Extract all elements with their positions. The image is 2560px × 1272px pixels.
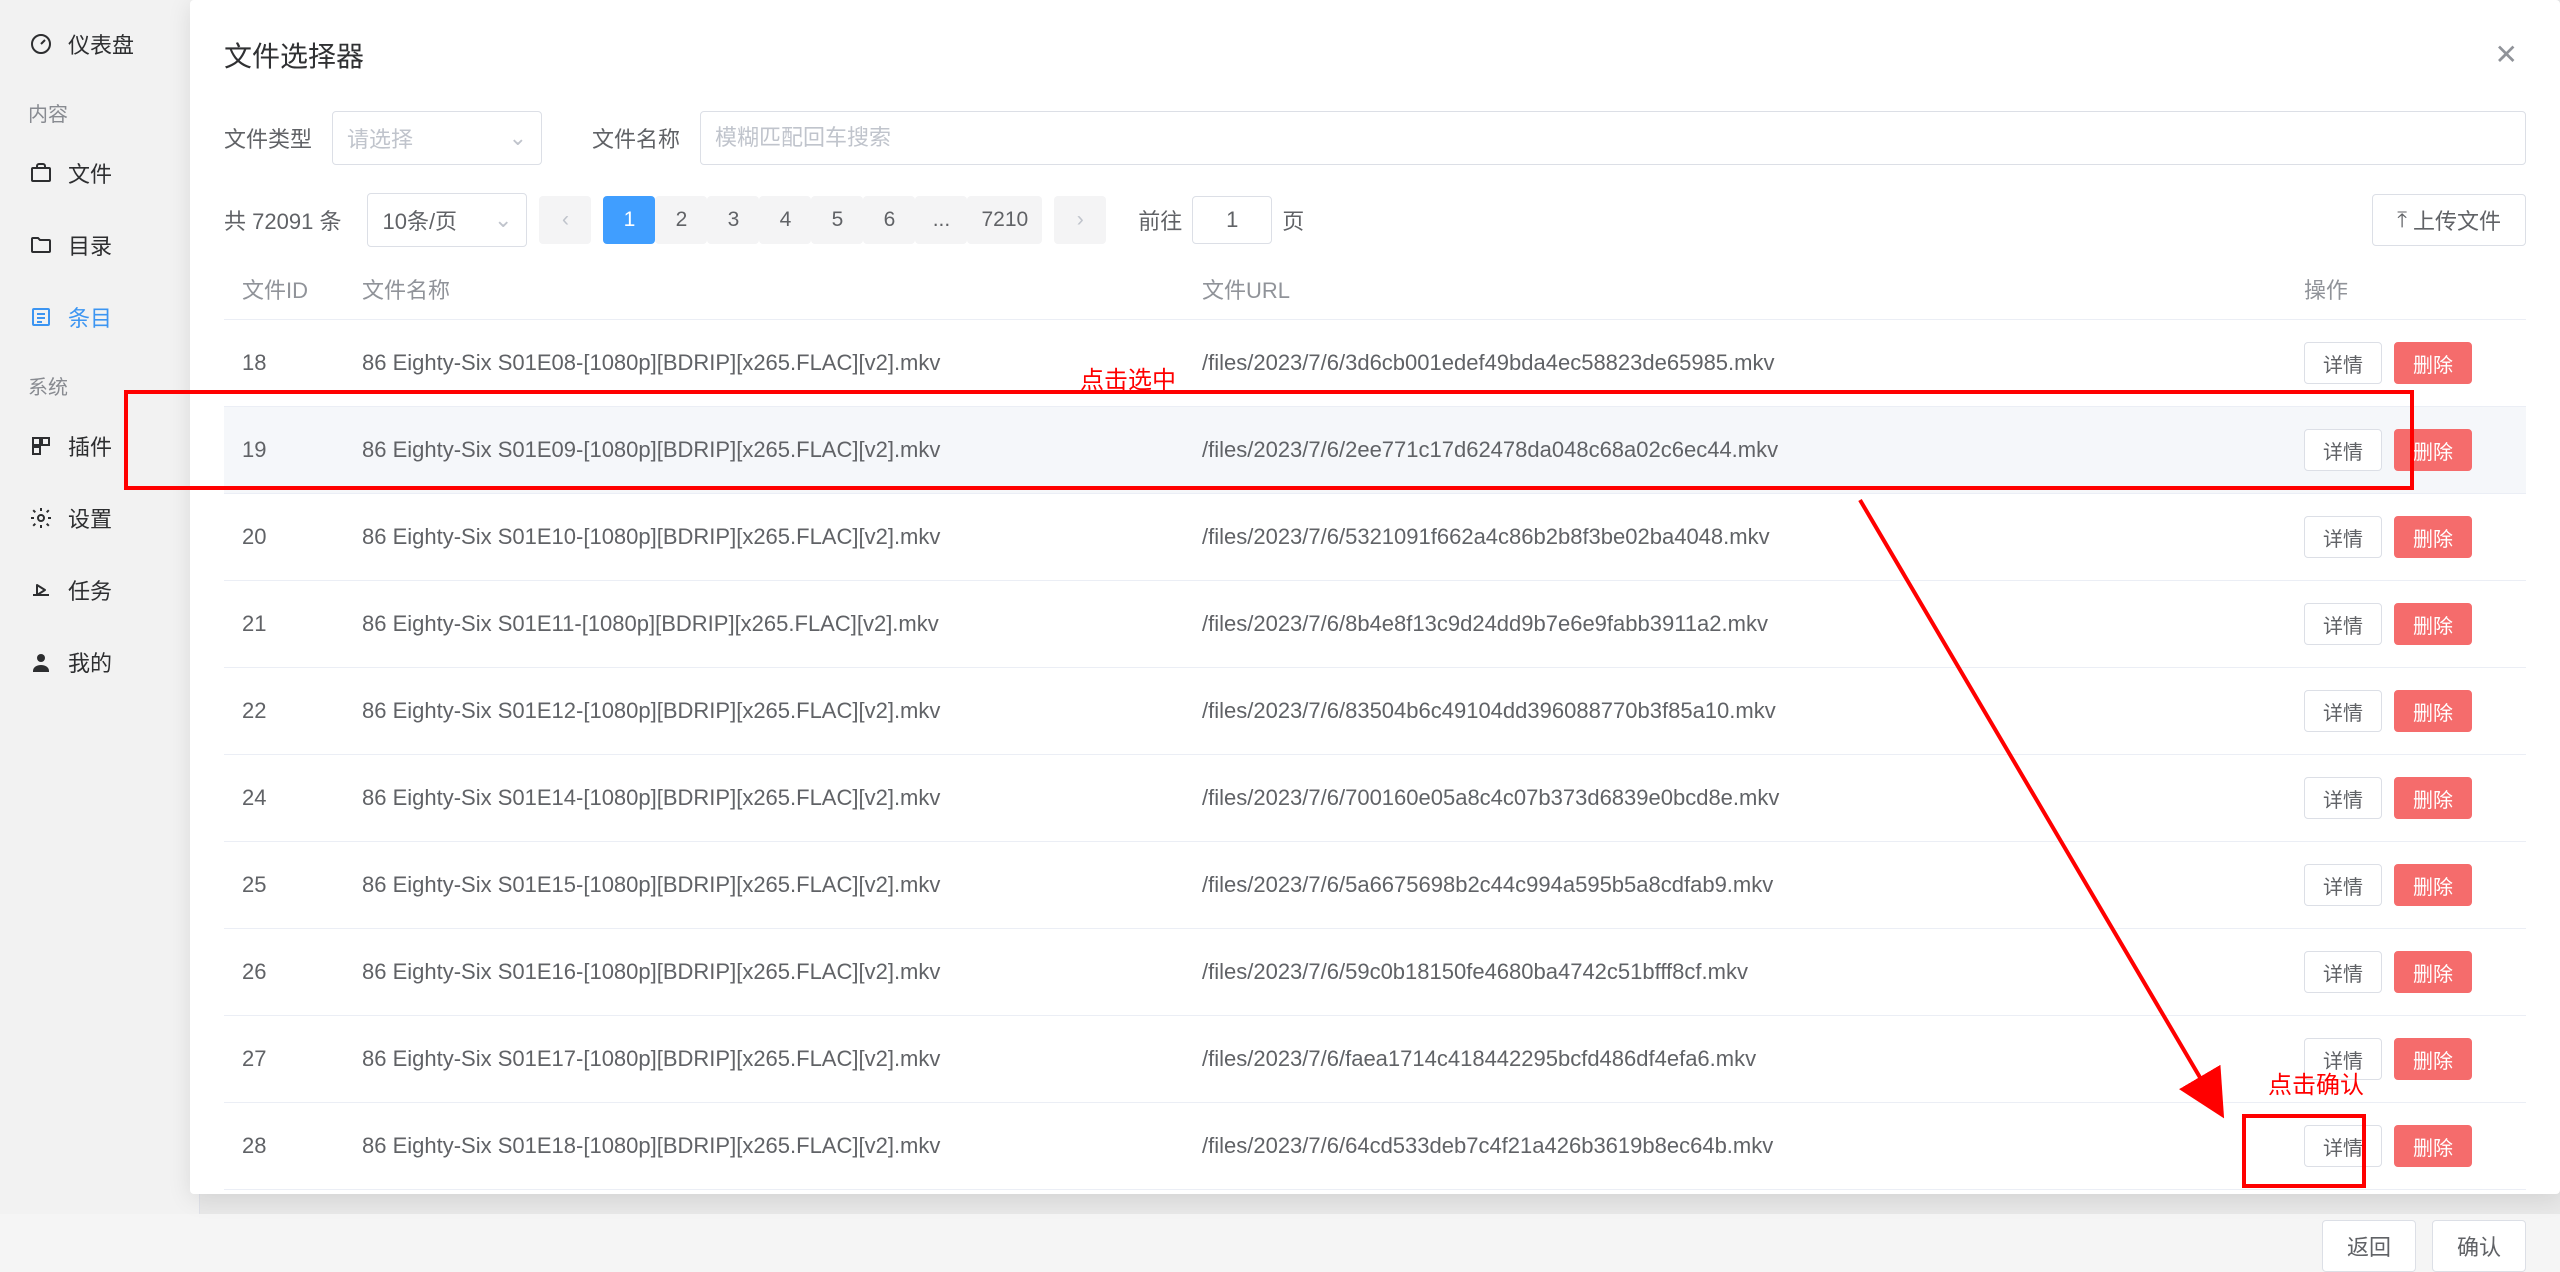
- page-7210-button[interactable]: 7210: [967, 196, 1042, 244]
- page-1-button[interactable]: 1: [603, 196, 655, 244]
- page-size-select[interactable]: 10条/页 ⌄: [367, 193, 527, 247]
- file-type-label: 文件类型: [224, 122, 312, 154]
- delete-button[interactable]: 删除: [2394, 690, 2472, 732]
- upload-icon: ⤒: [2397, 207, 2407, 233]
- detail-button[interactable]: 详情: [2304, 1125, 2382, 1167]
- page-4-button[interactable]: 4: [759, 196, 811, 244]
- chevron-left-icon: ‹: [562, 208, 569, 231]
- table-row[interactable]: 1886 Eighty-Six S01E08-[1080p][BDRIP][x2…: [224, 320, 2526, 407]
- cell-name: 86 Eighty-Six S01E17-[1080p][BDRIP][x265…: [344, 1016, 1184, 1103]
- col-url: 文件URL: [1184, 259, 2286, 320]
- delete-button[interactable]: 删除: [2394, 951, 2472, 993]
- col-ops: 操作: [2286, 259, 2526, 320]
- detail-button[interactable]: 详情: [2304, 864, 2382, 906]
- cell-url: /files/2023/7/6/2ee771c17d62478da048c68a…: [1184, 407, 2286, 494]
- cell-id: 21: [224, 581, 344, 668]
- cell-name: 86 Eighty-Six S01E08-[1080p][BDRIP][x265…: [344, 320, 1184, 407]
- detail-button[interactable]: 详情: [2304, 777, 2382, 819]
- detail-button[interactable]: 详情: [2304, 516, 2382, 558]
- delete-button[interactable]: 删除: [2394, 777, 2472, 819]
- cell-id: 20: [224, 494, 344, 581]
- goto-page-input[interactable]: [1192, 196, 1272, 244]
- cell-id: 27: [224, 1016, 344, 1103]
- cell-url: /files/2023/7/6/700160e05a8c4c07b373d683…: [1184, 755, 2286, 842]
- page-next-button[interactable]: ›: [1054, 196, 1106, 244]
- cell-id: 28: [224, 1103, 344, 1190]
- page-6-button[interactable]: 6: [863, 196, 915, 244]
- back-button[interactable]: 返回: [2322, 1220, 2416, 1272]
- chevron-down-icon: ⌄: [509, 125, 527, 151]
- page-3-button[interactable]: 3: [707, 196, 759, 244]
- cell-url: /files/2023/7/6/5321091f662a4c86b2b8f3be…: [1184, 494, 2286, 581]
- chevron-down-icon: ⌄: [494, 207, 512, 233]
- confirm-button[interactable]: 确认: [2432, 1220, 2526, 1272]
- table-row[interactable]: 2086 Eighty-Six S01E10-[1080p][BDRIP][x2…: [224, 494, 2526, 581]
- table-row[interactable]: 2286 Eighty-Six S01E12-[1080p][BDRIP][x2…: [224, 668, 2526, 755]
- file-name-search-input[interactable]: [700, 111, 2526, 165]
- cell-name: 86 Eighty-Six S01E12-[1080p][BDRIP][x265…: [344, 668, 1184, 755]
- cell-url: /files/2023/7/6/59c0b18150fe4680ba4742c5…: [1184, 929, 2286, 1016]
- close-button[interactable]: ✕: [2487, 34, 2526, 75]
- cell-url: /files/2023/7/6/faea1714c418442295bcfd48…: [1184, 1016, 2286, 1103]
- table-row[interactable]: 2586 Eighty-Six S01E15-[1080p][BDRIP][x2…: [224, 842, 2526, 929]
- cell-url: /files/2023/7/6/8b4e8f13c9d24dd9b7e6e9fa…: [1184, 581, 2286, 668]
- col-name: 文件名称: [344, 259, 1184, 320]
- cell-name: 86 Eighty-Six S01E16-[1080p][BDRIP][x265…: [344, 929, 1184, 1016]
- file-picker-modal: 文件选择器 ✕ 文件类型 请选择 ⌄ 文件名称 共 72091 条 10条/页 …: [190, 0, 2560, 1194]
- page-prev-button[interactable]: ‹: [539, 196, 591, 244]
- modal-title: 文件选择器: [224, 35, 364, 75]
- chevron-right-icon: ›: [1077, 208, 1084, 231]
- table-row[interactable]: 2686 Eighty-Six S01E16-[1080p][BDRIP][x2…: [224, 929, 2526, 1016]
- cell-id: 18: [224, 320, 344, 407]
- detail-button[interactable]: 详情: [2304, 690, 2382, 732]
- total-count: 共 72091 条: [224, 204, 341, 236]
- cell-url: /files/2023/7/6/3d6cb001edef49bda4ec5882…: [1184, 320, 2286, 407]
- cell-url: /files/2023/7/6/83504b6c49104dd396088770…: [1184, 668, 2286, 755]
- file-name-label: 文件名称: [592, 122, 680, 154]
- table-row[interactable]: 2186 Eighty-Six S01E11-[1080p][BDRIP][x2…: [224, 581, 2526, 668]
- delete-button[interactable]: 删除: [2394, 1125, 2472, 1167]
- goto-prefix: 前往: [1138, 204, 1182, 236]
- file-table: 文件ID 文件名称 文件URL 操作 1886 Eighty-Six S01E0…: [224, 259, 2526, 1190]
- delete-button[interactable]: 删除: [2394, 603, 2472, 645]
- cell-name: 86 Eighty-Six S01E14-[1080p][BDRIP][x265…: [344, 755, 1184, 842]
- goto-suffix: 页: [1282, 204, 1304, 236]
- cell-id: 19: [224, 407, 344, 494]
- page-ellipsis[interactable]: ...: [915, 196, 967, 244]
- table-row[interactable]: 2786 Eighty-Six S01E17-[1080p][BDRIP][x2…: [224, 1016, 2526, 1103]
- delete-button[interactable]: 删除: [2394, 516, 2472, 558]
- delete-button[interactable]: 删除: [2394, 342, 2472, 384]
- page-size-value: 10条/页: [382, 204, 457, 236]
- delete-button[interactable]: 删除: [2394, 1038, 2472, 1080]
- table-row[interactable]: 2486 Eighty-Six S01E14-[1080p][BDRIP][x2…: [224, 755, 2526, 842]
- cell-name: 86 Eighty-Six S01E10-[1080p][BDRIP][x265…: [344, 494, 1184, 581]
- delete-button[interactable]: 删除: [2394, 429, 2472, 471]
- delete-button[interactable]: 删除: [2394, 864, 2472, 906]
- cell-name: 86 Eighty-Six S01E15-[1080p][BDRIP][x265…: [344, 842, 1184, 929]
- cell-url: /files/2023/7/6/64cd533deb7c4f21a426b361…: [1184, 1103, 2286, 1190]
- cell-name: 86 Eighty-Six S01E18-[1080p][BDRIP][x265…: [344, 1103, 1184, 1190]
- page-2-button[interactable]: 2: [655, 196, 707, 244]
- detail-button[interactable]: 详情: [2304, 1038, 2382, 1080]
- file-type-select[interactable]: 请选择 ⌄: [332, 111, 542, 165]
- page-5-button[interactable]: 5: [811, 196, 863, 244]
- cell-id: 26: [224, 929, 344, 1016]
- file-type-placeholder: 请选择: [347, 122, 413, 154]
- detail-button[interactable]: 详情: [2304, 603, 2382, 645]
- detail-button[interactable]: 详情: [2304, 429, 2382, 471]
- detail-button[interactable]: 详情: [2304, 951, 2382, 993]
- cell-id: 24: [224, 755, 344, 842]
- table-row[interactable]: 2886 Eighty-Six S01E18-[1080p][BDRIP][x2…: [224, 1103, 2526, 1190]
- table-row[interactable]: 1986 Eighty-Six S01E09-[1080p][BDRIP][x2…: [224, 407, 2526, 494]
- cell-url: /files/2023/7/6/5a6675698b2c44c994a595b5…: [1184, 842, 2286, 929]
- detail-button[interactable]: 详情: [2304, 342, 2382, 384]
- upload-button[interactable]: ⤒ 上传文件: [2372, 194, 2526, 246]
- cell-name: 86 Eighty-Six S01E09-[1080p][BDRIP][x265…: [344, 407, 1184, 494]
- cell-name: 86 Eighty-Six S01E11-[1080p][BDRIP][x265…: [344, 581, 1184, 668]
- upload-label: 上传文件: [2413, 204, 2501, 236]
- col-id: 文件ID: [224, 259, 344, 320]
- cell-id: 25: [224, 842, 344, 929]
- cell-id: 22: [224, 668, 344, 755]
- close-icon: ✕: [2495, 39, 2518, 70]
